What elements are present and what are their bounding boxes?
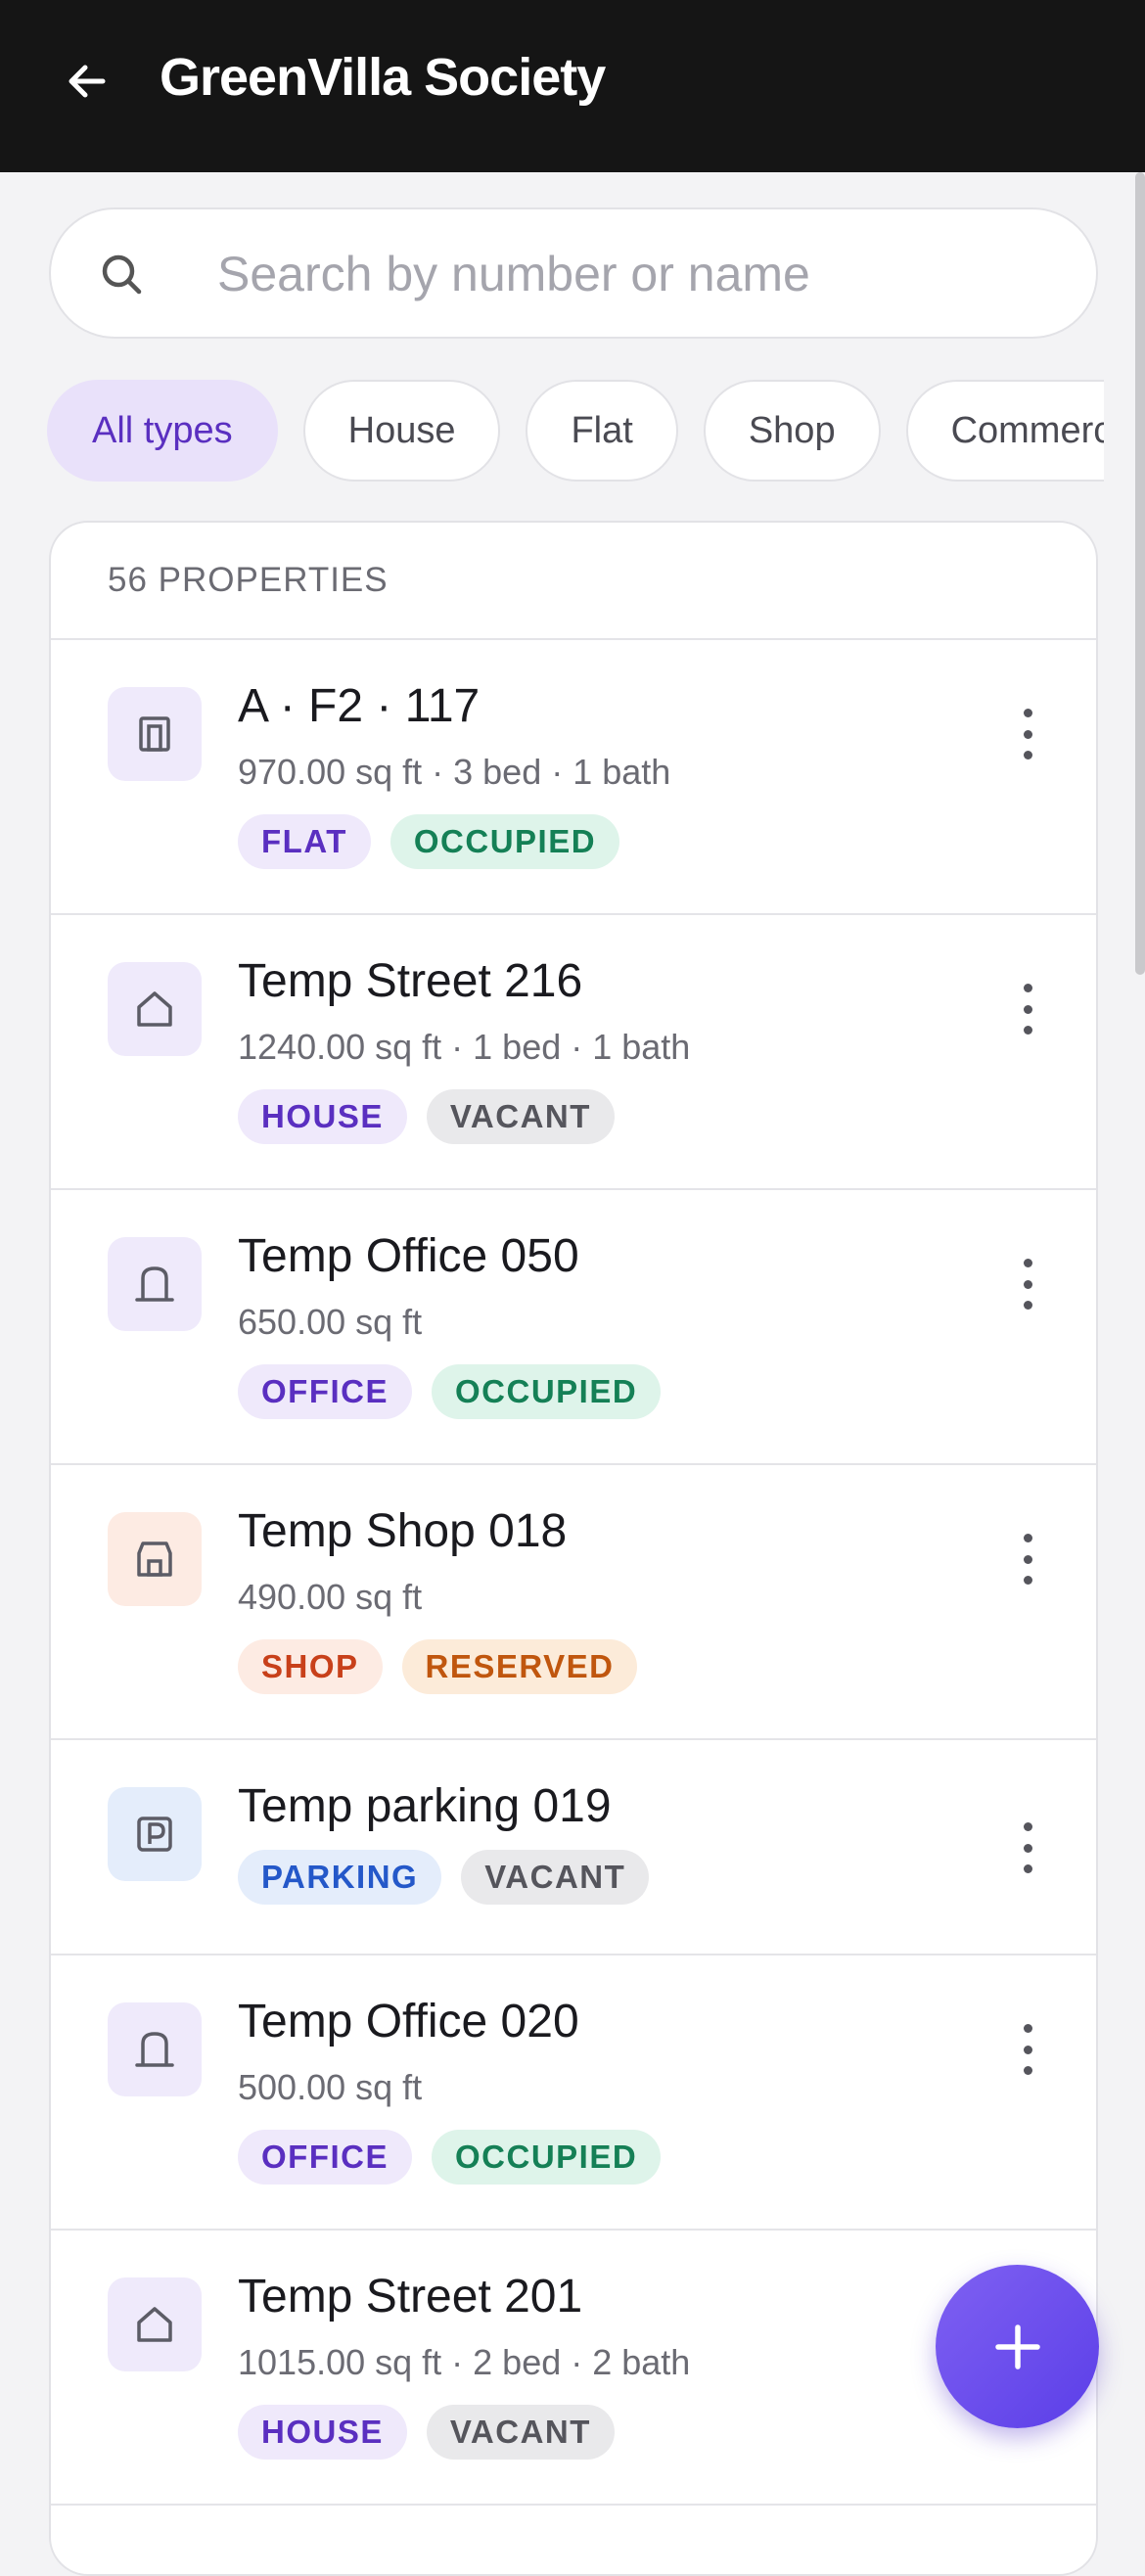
more-options-icon[interactable] [1008, 2018, 1047, 2081]
flat-icon [108, 687, 202, 781]
list-item[interactable]: Temp Street 216 1240.00 sq ft · 1 bed · … [51, 915, 1096, 1190]
property-details: 490.00 sq ft [238, 1577, 423, 1617]
more-options-icon[interactable] [1008, 1253, 1047, 1315]
status-badge: VACANT [426, 1089, 615, 1144]
list-item[interactable]: Temp Office 050 650.00 sq ft OFFICE OCCU… [51, 1190, 1096, 1465]
property-list: 56 PROPERTIES A · F2 · 117 970.00 sq ft … [49, 521, 1098, 2576]
page-title: GreenVilla Society [160, 48, 606, 107]
chip-shop[interactable]: Shop [703, 380, 881, 482]
more-options-icon[interactable] [1008, 978, 1047, 1040]
house-icon [108, 962, 202, 1056]
chip-commercial[interactable]: Commercial [905, 380, 1104, 482]
search-input[interactable] [217, 239, 1059, 309]
scrollbar[interactable] [1135, 172, 1145, 975]
app-bar: GreenVilla Society [0, 0, 1145, 172]
property-name: Temp Street 216 [238, 955, 583, 1007]
property-details: 650.00 sq ft [238, 1302, 423, 1342]
chip-flat[interactable]: Flat [526, 380, 678, 482]
property-name: A · F2 · 117 [238, 680, 481, 732]
status-badge: OCCUPIED [432, 1364, 662, 1419]
status-badge: OCCUPIED [432, 2130, 662, 2185]
add-property-button[interactable] [936, 2265, 1099, 2428]
property-details: 500.00 sq ft [238, 2067, 423, 2107]
type-badge: OFFICE [238, 2130, 412, 2185]
list-item[interactable]: A · F2 · 117 970.00 sq ft · 3 bed · 1 ba… [51, 640, 1096, 915]
property-name: Temp parking 019 [238, 1780, 612, 1832]
search-icon [102, 254, 142, 295]
office-icon [108, 1237, 202, 1331]
property-details: 970.00 sq ft · 3 bed · 1 bath [238, 752, 671, 792]
more-options-icon[interactable] [1008, 1528, 1047, 1590]
type-badge: HOUSE [238, 2405, 407, 2460]
status-badge: VACANT [426, 2405, 615, 2460]
status-badge: VACANT [461, 1850, 650, 1905]
list-item[interactable]: Temp Shop 018 490.00 sq ft SHOP RESERVED [51, 1465, 1096, 1740]
type-badge: HOUSE [238, 1089, 407, 1144]
status-badge: OCCUPIED [389, 814, 620, 869]
type-badge: SHOP [238, 1639, 383, 1694]
property-name: Temp Office 050 [238, 1230, 579, 1282]
office-icon [108, 2002, 202, 2096]
more-options-icon[interactable] [1008, 703, 1047, 765]
parking-icon [108, 1787, 202, 1881]
list-item[interactable]: Temp Office 020 500.00 sq ft OFFICE OCCU… [51, 1955, 1096, 2231]
status-badge: RESERVED [401, 1639, 638, 1694]
type-badge: PARKING [238, 1850, 442, 1905]
list-item[interactable]: Temp parking 019 PARKING VACANT [51, 1740, 1096, 1955]
type-badge: FLAT [238, 814, 371, 869]
property-name: Temp Street 201 [238, 2271, 583, 2323]
type-filter-chips: All types House Flat Shop Commercial [47, 380, 1104, 482]
chip-house[interactable]: House [302, 380, 501, 482]
search-bar[interactable] [49, 207, 1098, 339]
property-count: 56 PROPERTIES [51, 523, 1096, 640]
property-name: Temp Office 020 [238, 1996, 579, 2047]
plus-icon [994, 2323, 1040, 2369]
type-badge: OFFICE [238, 1364, 412, 1419]
more-options-icon[interactable] [1008, 1817, 1047, 1879]
back-button[interactable] [57, 51, 117, 112]
shop-icon [108, 1512, 202, 1606]
house-icon [108, 2277, 202, 2371]
chip-all-types[interactable]: All types [47, 380, 278, 482]
property-details: 1015.00 sq ft · 2 bed · 2 bath [238, 2342, 691, 2382]
arrow-left-icon [69, 65, 106, 98]
property-details: 1240.00 sq ft · 1 bed · 1 bath [238, 1027, 691, 1067]
property-name: Temp Shop 018 [238, 1505, 568, 1557]
